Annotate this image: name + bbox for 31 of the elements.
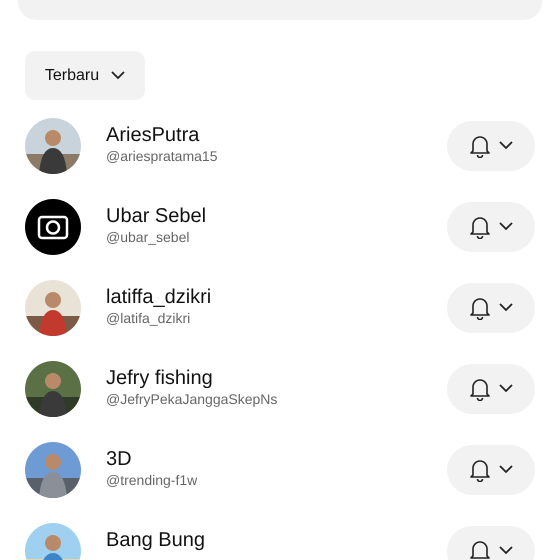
notification-button[interactable] — [447, 202, 535, 252]
account-name[interactable]: Ubar Sebel — [106, 204, 447, 228]
notification-button[interactable] — [447, 444, 535, 494]
bell-icon — [469, 214, 491, 238]
notification-button[interactable] — [447, 120, 535, 170]
bell-icon — [469, 296, 491, 320]
account-name[interactable]: latiffa_dzikri — [106, 286, 447, 308]
chevron-down-icon — [499, 465, 513, 474]
bell-icon — [469, 376, 491, 400]
chevron-down-icon — [499, 141, 513, 150]
account-handle: @JefryPekaJanggaSkepNs — [106, 390, 278, 408]
account-handle: @trending-f1w — [106, 470, 198, 488]
logo-icon — [25, 198, 81, 254]
account-name[interactable]: 3D — [106, 448, 447, 470]
notification-button[interactable] — [447, 282, 535, 332]
notification-button[interactable] — [447, 364, 535, 414]
account-name[interactable]: Jefry fishing — [106, 366, 447, 390]
account-handle: @latifa_dzikri — [106, 308, 192, 326]
sort-dropdown[interactable]: Terbaru — [25, 51, 145, 100]
bell-icon — [469, 458, 491, 482]
chevron-down-icon — [499, 546, 513, 555]
chevron-down-icon — [499, 222, 513, 231]
chevron-down-icon — [499, 384, 513, 393]
account-handle: @ariespratama15 — [106, 146, 218, 164]
chevron-down-icon — [111, 71, 126, 80]
account-name[interactable]: Bang Bung — [106, 528, 447, 552]
account-name[interactable]: AriesPutra — [106, 124, 447, 146]
chevron-down-icon — [499, 303, 513, 312]
account-handle: @ubar_sebel — [106, 228, 190, 246]
bell-icon — [469, 538, 491, 560]
bell-icon — [469, 134, 491, 158]
